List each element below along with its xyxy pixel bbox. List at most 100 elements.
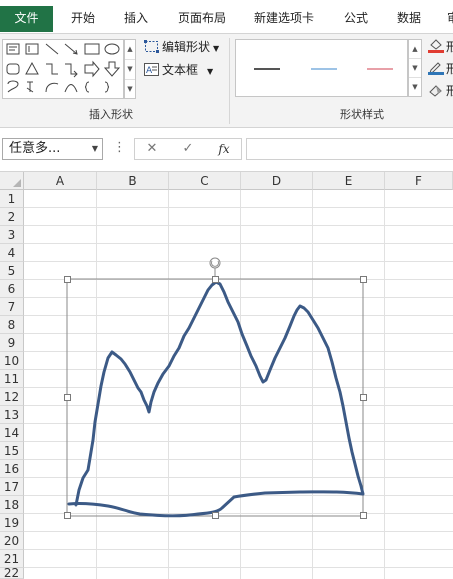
column-header-e[interactable]: E bbox=[313, 172, 385, 190]
tab-formulas[interactable]: 公式 bbox=[344, 8, 368, 34]
tab-review[interactable]: 审 bbox=[447, 8, 453, 34]
row-header[interactable]: 8 bbox=[0, 316, 24, 334]
shape-styles-scroll[interactable]: ▲ ▼ ▼ bbox=[408, 39, 422, 97]
gridline-horizontal bbox=[24, 531, 453, 532]
more-shapes-icon[interactable]: ▼ bbox=[125, 80, 135, 100]
row-header[interactable]: 1 bbox=[0, 190, 24, 208]
chevron-down-icon: ▼ bbox=[213, 44, 220, 53]
shapes-gallery[interactable] bbox=[2, 39, 124, 99]
ribbon-tab-bar: 文件 开始 插入 页面布局 新建选项卡 公式 数据 审 bbox=[0, 0, 453, 34]
gridline-horizontal bbox=[24, 387, 453, 388]
row-header[interactable]: 2 bbox=[0, 208, 24, 226]
tab-file[interactable]: 文件 bbox=[0, 6, 53, 32]
gridline-horizontal bbox=[24, 477, 453, 478]
tab-home[interactable]: 开始 bbox=[71, 8, 95, 34]
gridline-horizontal bbox=[24, 495, 453, 496]
row-header[interactable]: 21 bbox=[0, 550, 24, 568]
cancel-icon[interactable]: ✕ bbox=[137, 139, 167, 159]
column-header-c[interactable]: C bbox=[169, 172, 241, 190]
group-separator bbox=[229, 38, 230, 124]
gridline-horizontal bbox=[24, 261, 453, 262]
gridline-horizontal bbox=[24, 513, 453, 514]
column-header-a[interactable]: A bbox=[24, 172, 97, 190]
row-header[interactable]: 18 bbox=[0, 496, 24, 514]
shape-styles-gallery[interactable] bbox=[235, 39, 408, 97]
row-header[interactable]: 14 bbox=[0, 424, 24, 442]
chevron-down-icon[interactable]: ▼ bbox=[92, 139, 98, 159]
tab-insert[interactable]: 插入 bbox=[124, 8, 148, 34]
gridline-horizontal bbox=[24, 297, 453, 298]
gridline-vertical bbox=[240, 190, 241, 579]
row-header[interactable]: 16 bbox=[0, 460, 24, 478]
shape-outline-label: 形 bbox=[446, 62, 453, 76]
row-header[interactable]: 12 bbox=[0, 388, 24, 406]
gridline-horizontal bbox=[24, 405, 453, 406]
more-options-icon[interactable]: ⋮ bbox=[113, 140, 126, 155]
shapes-gallery-icons bbox=[6, 43, 121, 93]
gridline-vertical bbox=[312, 190, 313, 579]
style-line-dark[interactable] bbox=[254, 68, 280, 70]
svg-text:A: A bbox=[146, 66, 153, 76]
name-box-value: 任意多... bbox=[9, 141, 61, 156]
row-header[interactable]: 13 bbox=[0, 406, 24, 424]
resize-handle-top[interactable] bbox=[212, 276, 219, 283]
column-header-b[interactable]: B bbox=[97, 172, 169, 190]
gridline-horizontal bbox=[24, 207, 453, 208]
shape-outline-button[interactable]: 形 bbox=[428, 59, 453, 79]
tab-data[interactable]: 数据 bbox=[397, 8, 421, 34]
more-styles-icon[interactable]: ▼ bbox=[409, 78, 421, 97]
cell-area[interactable] bbox=[24, 190, 453, 579]
scroll-up-icon[interactable]: ▲ bbox=[409, 40, 421, 59]
shape-effects-button[interactable]: 形 bbox=[428, 81, 453, 101]
row-header[interactable]: 11 bbox=[0, 370, 24, 388]
formula-input[interactable] bbox=[246, 138, 453, 160]
formula-buttons: ✕ ✓ fx bbox=[134, 138, 242, 160]
select-all-corner[interactable] bbox=[0, 172, 24, 190]
row-header[interactable]: 22 bbox=[0, 568, 24, 579]
shapes-gallery-scroll[interactable]: ▲ ▼ ▼ bbox=[124, 39, 136, 99]
column-header-d[interactable]: D bbox=[241, 172, 313, 190]
row-header[interactable]: 9 bbox=[0, 334, 24, 352]
scroll-down-icon[interactable]: ▼ bbox=[125, 60, 135, 80]
gridline-horizontal bbox=[24, 549, 453, 550]
row-header[interactable]: 3 bbox=[0, 226, 24, 244]
gridline-horizontal bbox=[24, 243, 453, 244]
row-header[interactable]: 10 bbox=[0, 352, 24, 370]
style-line-blue[interactable] bbox=[311, 68, 337, 70]
gridline-horizontal bbox=[24, 441, 453, 442]
resize-handle-bottom[interactable] bbox=[212, 512, 219, 519]
name-box[interactable]: 任意多... ▼ bbox=[2, 138, 103, 160]
resize-handle-top-right[interactable] bbox=[360, 276, 367, 283]
resize-handle-top-left[interactable] bbox=[64, 276, 71, 283]
row-header[interactable]: 19 bbox=[0, 514, 24, 532]
tab-new-tab[interactable]: 新建选项卡 bbox=[254, 8, 314, 34]
row-header[interactable]: 6 bbox=[0, 280, 24, 298]
insert-shapes-group-label: 插入形状 bbox=[89, 108, 133, 121]
row-header[interactable]: 20 bbox=[0, 532, 24, 550]
edit-shape-icon bbox=[144, 39, 159, 53]
resize-handle-right[interactable] bbox=[360, 394, 367, 401]
shape-fill-button[interactable]: 形 bbox=[428, 37, 453, 57]
row-header[interactable]: 15 bbox=[0, 442, 24, 460]
gridline-horizontal bbox=[24, 423, 453, 424]
gridline-vertical bbox=[96, 190, 97, 579]
scroll-down-icon[interactable]: ▼ bbox=[409, 59, 421, 78]
resize-handle-bottom-left[interactable] bbox=[64, 512, 71, 519]
gridline-horizontal bbox=[24, 333, 453, 334]
row-header[interactable]: 4 bbox=[0, 244, 24, 262]
edit-shape-button[interactable]: 编辑形状 ▼ bbox=[144, 37, 219, 57]
gridline-horizontal bbox=[24, 351, 453, 352]
column-header-f[interactable]: F bbox=[385, 172, 453, 190]
row-header[interactable]: 17 bbox=[0, 478, 24, 496]
style-line-pink[interactable] bbox=[367, 68, 393, 70]
resize-handle-bottom-right[interactable] bbox=[360, 512, 367, 519]
effects-icon bbox=[428, 83, 444, 97]
insert-function-icon[interactable]: fx bbox=[209, 139, 239, 159]
row-header[interactable]: 7 bbox=[0, 298, 24, 316]
tab-page-layout[interactable]: 页面布局 bbox=[178, 8, 226, 34]
resize-handle-left[interactable] bbox=[64, 394, 71, 401]
scroll-up-icon[interactable]: ▲ bbox=[125, 40, 135, 60]
text-box-button[interactable]: A 文本框 ▼ bbox=[144, 60, 213, 80]
row-header[interactable]: 5 bbox=[0, 262, 24, 280]
enter-icon[interactable]: ✓ bbox=[173, 139, 203, 159]
